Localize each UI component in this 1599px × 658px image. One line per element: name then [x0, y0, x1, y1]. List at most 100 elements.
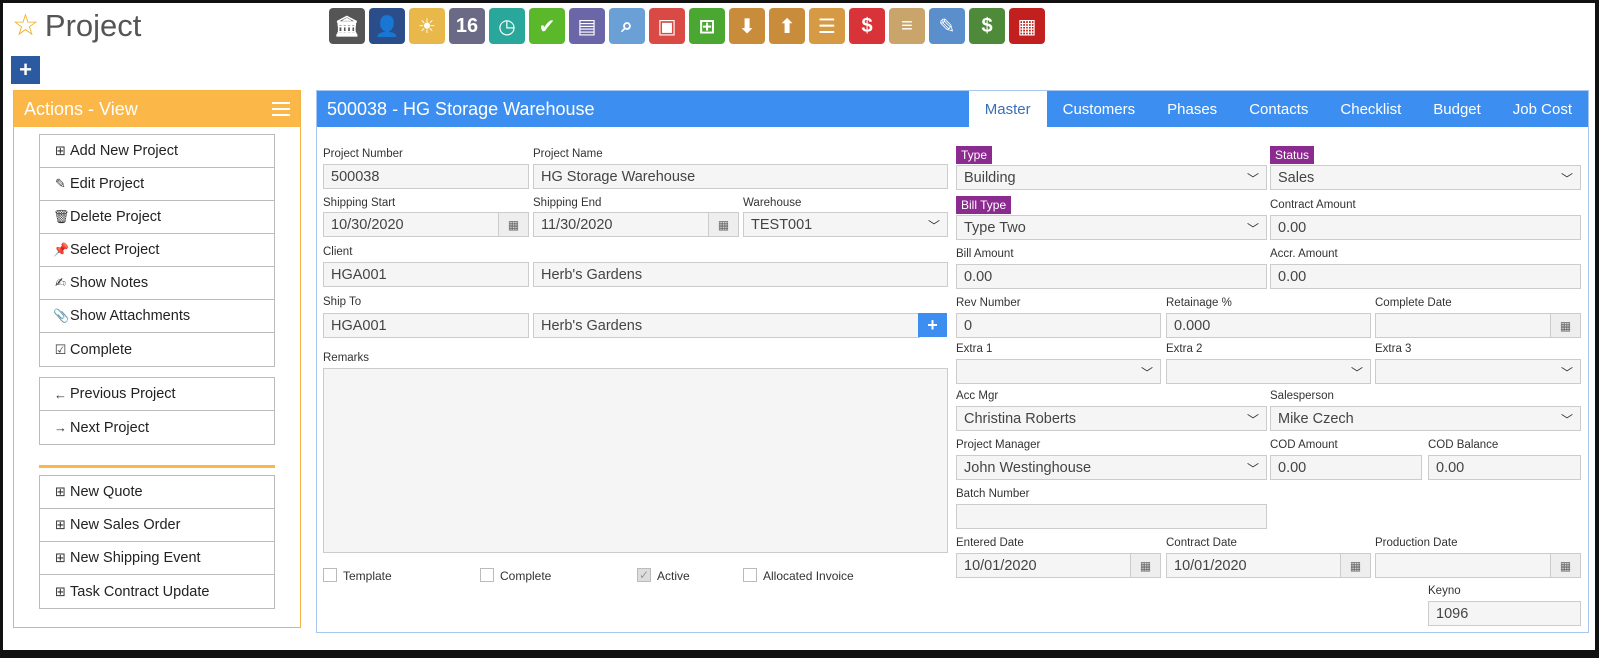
cod-amount-field[interactable]: 0.00: [1270, 455, 1422, 480]
rev-number-field[interactable]: 0: [956, 313, 1161, 338]
action-task-contract-update[interactable]: ⊞ Task Contract Update: [40, 575, 274, 608]
tab-budget[interactable]: Budget: [1417, 91, 1497, 127]
rev-number-label: Rev Number: [956, 297, 1021, 309]
warehouse-select[interactable]: TEST001 ﹀: [743, 212, 948, 237]
checkbox-box[interactable]: [743, 568, 757, 582]
tab-master[interactable]: Master: [968, 91, 1047, 127]
bill-type-select[interactable]: Type Two ﹀: [956, 215, 1267, 240]
add-ship-to-button[interactable]: +: [918, 313, 947, 337]
project-manager-select[interactable]: John Westinghouse ﹀: [956, 455, 1267, 480]
pin-icon: 📌: [53, 242, 70, 257]
extra3-select[interactable]: ﹀: [1375, 359, 1581, 384]
action-previous-project[interactable]: ← Previous Project: [40, 378, 274, 411]
status-select[interactable]: Sales ﹀: [1270, 165, 1581, 190]
money-icon[interactable]: $: [969, 8, 1005, 44]
client-code-field[interactable]: HGA001: [323, 262, 529, 287]
person-icon[interactable]: 👤: [369, 8, 405, 44]
action-next-project[interactable]: → Next Project: [40, 411, 274, 444]
allocated-invoice-checkbox[interactable]: Allocated Invoice: [743, 568, 854, 583]
checkbox-box[interactable]: [323, 568, 337, 582]
checkmark-icon[interactable]: ✔: [529, 8, 565, 44]
toolbar: 🏛 👤 ☀ 16 ◷ ✔ ▤ ⌕ ▣ ⊞ ⬇ ⬆ ☰ $ ≡ ✎ $ ▦: [329, 8, 1049, 44]
extra1-select[interactable]: ﹀: [956, 359, 1161, 384]
ship-to-code-field[interactable]: HGA001: [323, 313, 529, 338]
template-checkbox[interactable]: Template: [323, 568, 392, 583]
tab-customers[interactable]: Customers: [1047, 91, 1152, 127]
complete-date-field[interactable]: / / ▦: [1375, 313, 1581, 338]
tab-contacts[interactable]: Contacts: [1233, 91, 1324, 127]
eraser-icon[interactable]: ✎: [929, 8, 965, 44]
box-upload-icon[interactable]: ⬆: [769, 8, 805, 44]
calendar-icon[interactable]: ▦: [1340, 554, 1370, 577]
calendar-icon[interactable]: ▦: [1130, 554, 1160, 577]
tab-checklist[interactable]: Checklist: [1324, 91, 1417, 127]
check-square-icon: ☑: [54, 341, 67, 357]
bank-icon[interactable]: 🏛: [329, 8, 365, 44]
action-add-new-project[interactable]: ⊞ Add New Project: [40, 135, 274, 168]
action-edit-project[interactable]: ✎ Edit Project: [40, 168, 274, 201]
calendar-icon[interactable]: ▦: [1550, 554, 1580, 577]
type-select[interactable]: Building ﹀: [956, 165, 1267, 190]
salesperson-select[interactable]: Mike Czech ﹀: [1270, 406, 1581, 431]
accr-amount-field[interactable]: 0.00: [1270, 264, 1581, 289]
complete-date-value: / /: [1399, 336, 1419, 337]
magnifier-icon[interactable]: ⌕: [609, 8, 645, 44]
acc-mgr-select[interactable]: Christina Roberts ﹀: [956, 406, 1267, 431]
cod-balance-field[interactable]: 0.00: [1428, 455, 1581, 480]
calendar-icon[interactable]: ▦: [498, 213, 528, 236]
tab-job-cost[interactable]: Job Cost: [1497, 91, 1588, 127]
truck-icon[interactable]: ▣: [649, 8, 685, 44]
checkbox-box[interactable]: [480, 568, 494, 582]
calendar-icon[interactable]: ▦: [1550, 314, 1580, 337]
project-name-field[interactable]: HG Storage Warehouse: [533, 164, 948, 189]
bill-amount-field[interactable]: 0.00: [956, 264, 1267, 289]
entered-date-field[interactable]: 10/01/2020 ▦: [956, 553, 1161, 578]
calendar-icon[interactable]: ▦: [708, 213, 738, 236]
action-select-project[interactable]: 📌 Select Project: [40, 234, 274, 267]
type-value: Building: [964, 170, 1016, 186]
chevron-down-icon: ﹀: [1246, 172, 1259, 186]
action-complete[interactable]: ☑ Complete: [40, 333, 274, 366]
hamburger-menu-icon[interactable]: [272, 102, 290, 116]
list-window-icon[interactable]: ▤: [569, 8, 605, 44]
client-name-field[interactable]: Herb's Gardens: [533, 262, 948, 287]
keyno-field[interactable]: 1096: [1428, 601, 1581, 626]
action-new-quote[interactable]: ⊞ New Quote: [40, 476, 274, 509]
shipping-start-field[interactable]: 10/30/2020 ▦: [323, 212, 529, 237]
extra2-select[interactable]: ﹀: [1166, 359, 1371, 384]
salesperson-value: Mike Czech: [1278, 411, 1354, 427]
add-button[interactable]: +: [11, 56, 40, 84]
basket-icon[interactable]: ⊞: [689, 8, 725, 44]
production-date-field[interactable]: / / ▦: [1375, 553, 1581, 578]
contract-date-field[interactable]: 10/01/2020 ▦: [1166, 553, 1371, 578]
action-show-attachments[interactable]: 📎 Show Attachments: [40, 300, 274, 333]
action-new-sales-order[interactable]: ⊞ New Sales Order: [40, 509, 274, 542]
calendar-icon[interactable]: 16: [449, 8, 485, 44]
action-label: Show Attachments: [70, 308, 191, 324]
hand-card-icon[interactable]: ☰: [809, 8, 845, 44]
checkbox-checked-icon[interactable]: ✓: [637, 568, 651, 582]
tab-phases[interactable]: Phases: [1151, 91, 1233, 127]
clock-icon[interactable]: ◷: [489, 8, 525, 44]
document-list-icon[interactable]: ≡: [889, 8, 925, 44]
inbox-download-icon[interactable]: ⬇: [729, 8, 765, 44]
action-new-shipping-event[interactable]: ⊞ New Shipping Event: [40, 542, 274, 575]
chevron-down-icon: ﹀: [1246, 462, 1259, 476]
action-show-notes[interactable]: ✍ Show Notes: [40, 267, 274, 300]
actions-panel-header: Actions - View: [14, 91, 300, 127]
project-number-field[interactable]: 500038: [323, 164, 529, 189]
building-icon[interactable]: ▦: [1009, 8, 1045, 44]
action-delete-project[interactable]: 🗑 Delete Project: [40, 201, 274, 234]
remarks-textarea[interactable]: [323, 368, 948, 553]
price-bubble-icon[interactable]: $: [849, 8, 885, 44]
weather-icon[interactable]: ☀: [409, 8, 445, 44]
favorite-star-icon[interactable]: ☆: [12, 11, 39, 41]
ship-to-name-field[interactable]: Herb's Gardens: [533, 313, 920, 338]
active-checkbox[interactable]: ✓ Active: [637, 568, 690, 583]
retainage-field[interactable]: 0.000: [1166, 313, 1371, 338]
contract-amount-field[interactable]: 0.00: [1270, 215, 1581, 240]
warehouse-value: TEST001: [751, 217, 813, 233]
shipping-end-field[interactable]: 11/30/2020 ▦: [533, 212, 739, 237]
complete-checkbox[interactable]: Complete: [480, 568, 551, 583]
batch-number-field[interactable]: [956, 504, 1267, 529]
